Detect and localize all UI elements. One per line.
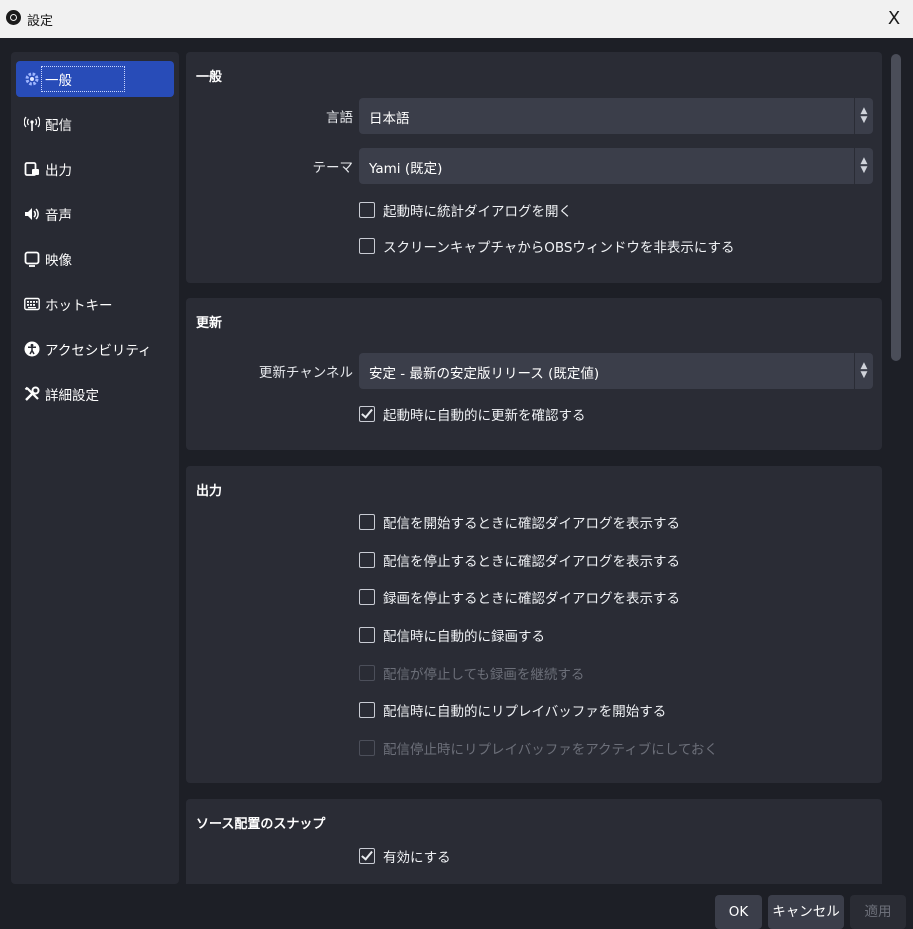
theme-select[interactable]: Yami (既定) ▲ ▼ <box>359 148 873 184</box>
settings-sidebar: 一般 配信 出力 音声 映像 ホットキー アクセシビリティ 詳細設定 <box>11 52 179 884</box>
sidebar-item-label: アクセシビリティ <box>45 343 152 359</box>
checkbox-label: 配信を停止するときに確認ダイアログを表示する <box>383 554 680 570</box>
theme-label: テーマ <box>312 160 354 176</box>
apply-button[interactable]: 適用 <box>850 895 906 929</box>
auto-replay-buffer-checkbox[interactable]: 配信時に自動的にリプレイバッファを開始する <box>359 699 666 721</box>
checkbox-box[interactable] <box>359 848 375 864</box>
checkbox-label: スクリーンキャプチャからOBSウィンドウを非表示にする <box>383 240 735 256</box>
gear-icon <box>24 71 40 87</box>
update-channel-label: 更新チャンネル <box>258 365 353 381</box>
checkbox-label: 有効にする <box>383 850 451 866</box>
language-label: 言語 <box>326 110 353 126</box>
close-button[interactable]: X <box>875 0 913 38</box>
checkbox-box[interactable] <box>359 702 375 718</box>
checkbox-box <box>359 740 375 756</box>
checkbox-box[interactable] <box>359 238 375 254</box>
scrollbar-thumb[interactable] <box>891 54 901 361</box>
confirm-stop-recording-checkbox[interactable]: 録画を停止するときに確認ダイアログを表示する <box>359 586 680 608</box>
checkbox-box[interactable] <box>359 627 375 643</box>
cancel-button[interactable]: キャンセル <box>768 895 844 929</box>
sidebar-item-general[interactable]: 一般 <box>16 61 174 97</box>
checkbox-box[interactable] <box>359 202 375 218</box>
select-value: Yami (既定) <box>369 161 443 177</box>
spinner-arrows-icon: ▲ ▼ <box>854 98 873 134</box>
content-scrollbar[interactable] <box>891 54 901 884</box>
title-bar: 設定 X <box>0 0 913 38</box>
spinner-arrows-icon: ▲ ▼ <box>854 353 873 389</box>
group-title: ソース配置のスナップ <box>196 817 326 832</box>
checkbox-box[interactable] <box>359 514 375 530</box>
keep-replay-buffer-checkbox: 配信停止時にリプレイバッファをアクティブにしておく <box>359 737 718 759</box>
sidebar-item-advanced[interactable]: 詳細設定 <box>16 376 174 412</box>
checkbox-box <box>359 665 375 681</box>
spinner-arrows-icon: ▲ ▼ <box>854 148 873 184</box>
checkbox-box[interactable] <box>359 589 375 605</box>
snapping-enable-checkbox[interactable]: 有効にする <box>359 845 451 867</box>
sidebar-item-stream[interactable]: 配信 <box>16 106 174 142</box>
settings-content: 一般 言語 日本語 ▲ ▼ テーマ Yami (既定) ▲ ▼ 起動時に統計ダイアロ… <box>186 52 882 884</box>
group-title: 出力 <box>196 484 223 499</box>
group-title: 一般 <box>196 70 223 85</box>
sidebar-item-label: ホットキー <box>45 298 113 314</box>
auto-update-checkbox[interactable]: 起動時に自動的に更新を確認する <box>359 403 586 425</box>
ok-button[interactable]: OK <box>715 895 762 929</box>
snapping-group: ソース配置のスナップ 有効にする <box>186 799 882 884</box>
checkbox-label: 配信停止時にリプレイバッファをアクティブにしておく <box>383 742 718 758</box>
sidebar-item-label: 配信 <box>45 118 72 134</box>
sidebar-item-label: 出力 <box>45 163 72 179</box>
auto-record-checkbox[interactable]: 配信時に自動的に録画する <box>359 624 545 646</box>
checkbox-label: 配信時に自動的に録画する <box>383 629 545 645</box>
checkbox-box[interactable] <box>359 552 375 568</box>
keyboard-icon <box>24 296 40 312</box>
sidebar-item-label: 映像 <box>45 253 72 269</box>
group-title: 更新 <box>196 316 223 331</box>
confirm-start-stream-checkbox[interactable]: 配信を開始するときに確認ダイアログを表示する <box>359 511 680 533</box>
sidebar-item-audio[interactable]: 音声 <box>16 196 174 232</box>
checkbox-box[interactable] <box>359 406 375 422</box>
speaker-icon <box>24 206 40 222</box>
keep-recording-checkbox: 配信が停止しても録画を継続する <box>359 662 584 684</box>
checkbox-label: 配信を開始するときに確認ダイアログを表示する <box>383 516 680 532</box>
confirm-stop-stream-checkbox[interactable]: 配信を停止するときに確認ダイアログを表示する <box>359 549 680 571</box>
window-title: 設定 <box>27 14 54 29</box>
select-value: 安定 - 最新の安定版リリース (既定値) <box>369 366 600 382</box>
sidebar-item-video[interactable]: 映像 <box>16 241 174 277</box>
update-group: 更新 更新チャンネル 安定 - 最新の安定版リリース (既定値) ▲ ▼ 起動時に… <box>186 298 882 450</box>
sidebar-item-label: 音声 <box>45 208 72 224</box>
sidebar-item-output[interactable]: 出力 <box>16 151 174 187</box>
checkbox-label: 録画を停止するときに確認ダイアログを表示する <box>383 591 680 607</box>
sidebar-item-label: 詳細設定 <box>45 388 99 404</box>
output-group: 出力 配信を開始するときに確認ダイアログを表示する 配信を停止するときに確認ダイ… <box>186 466 882 783</box>
select-value: 日本語 <box>369 111 410 127</box>
checkbox-label: 起動時に自動的に更新を確認する <box>383 408 586 424</box>
checkbox-label: 配信が停止しても録画を継続する <box>383 667 585 683</box>
general-group: 一般 言語 日本語 ▲ ▼ テーマ Yami (既定) ▲ ▼ 起動時に統計ダイアロ… <box>186 52 882 283</box>
checkbox-label: 起動時に統計ダイアログを開く <box>383 204 572 220</box>
sidebar-item-label: 一般 <box>41 66 125 92</box>
hide-from-capture-checkbox[interactable]: スクリーンキャプチャからOBSウィンドウを非表示にする <box>359 235 735 257</box>
open-stats-checkbox[interactable]: 起動時に統計ダイアログを開く <box>359 199 572 221</box>
accessibility-icon <box>24 341 40 357</box>
checkbox-label: 配信時に自動的にリプレイバッファを開始する <box>383 704 667 720</box>
sidebar-item-hotkeys[interactable]: ホットキー <box>16 286 174 322</box>
antenna-icon <box>24 116 40 132</box>
monitor-icon <box>24 251 40 267</box>
language-select[interactable]: 日本語 ▲ ▼ <box>359 98 873 134</box>
sidebar-item-accessibility[interactable]: アクセシビリティ <box>16 331 174 367</box>
update-channel-select[interactable]: 安定 - 最新の安定版リリース (既定値) ▲ ▼ <box>359 353 873 389</box>
output-icon <box>24 161 40 177</box>
tools-icon <box>24 386 40 402</box>
obs-logo-icon <box>6 10 21 25</box>
